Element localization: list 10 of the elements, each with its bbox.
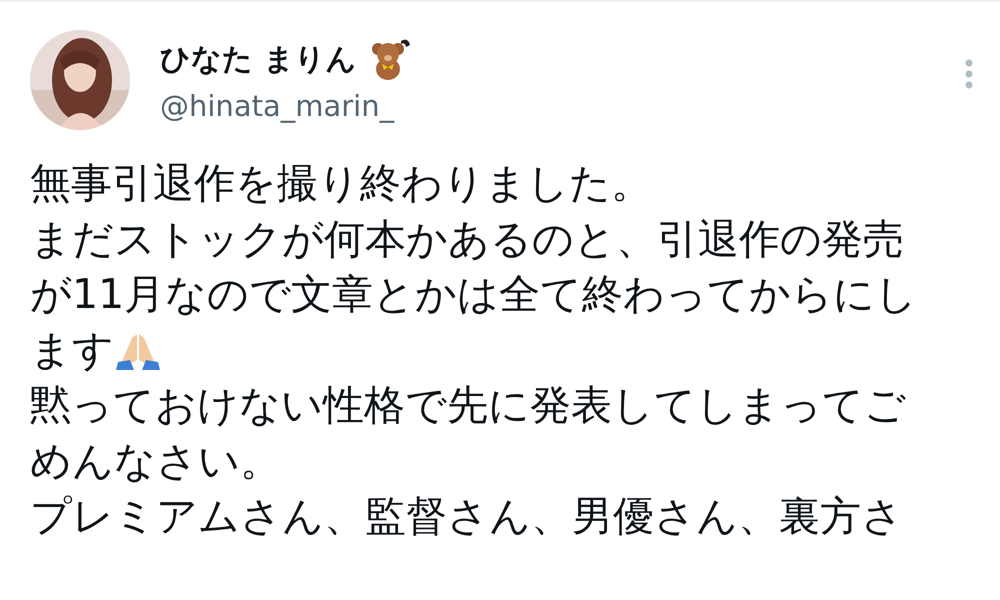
tweet-text-line: めんなさい。 [30, 436, 281, 486]
more-options-icon[interactable] [964, 58, 974, 90]
author-name[interactable]: ひなた まりん [160, 38, 356, 80]
tweet-text-line: 無事引退作を撮り終わりました。 [30, 159, 652, 208]
tweet-text-line: が11月なので文章とかは全て終わってからにし [30, 270, 918, 320]
tweet-text-line: 黙っておけない性格で先に発表してしまってご [30, 381, 906, 430]
tweet-text-line: まだストックが何本かあるのと、引退作の発売 [30, 214, 904, 264]
tweet-text-line: ます [30, 326, 114, 375]
tweet-text-line: プレミアムさん、監督さん、男優さん、裏方さ [30, 492, 903, 542]
author-handle[interactable]: @hinata_marin_ [160, 89, 934, 123]
